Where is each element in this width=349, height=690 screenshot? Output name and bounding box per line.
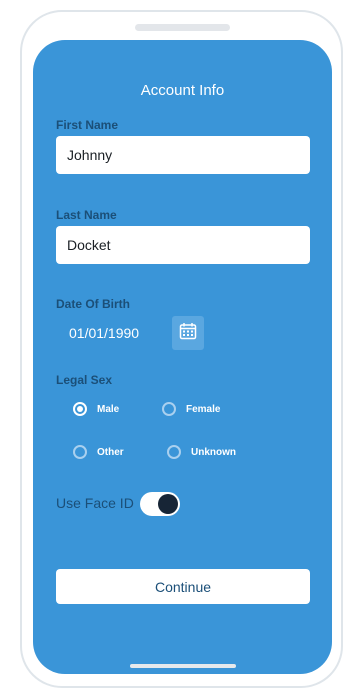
radio-unselected-icon <box>167 445 181 459</box>
radio-unknown-label: Unknown <box>191 446 236 458</box>
radio-male-label: Male <box>97 403 120 415</box>
radio-unselected-icon <box>162 402 176 416</box>
calendar-button[interactable] <box>172 316 204 350</box>
radio-female-label: Female <box>186 403 221 415</box>
date-of-birth-value[interactable]: 01/01/1990 <box>69 325 139 341</box>
radio-female[interactable]: Female <box>162 402 220 416</box>
radio-selected-icon <box>73 402 87 416</box>
radio-male[interactable]: Male <box>73 402 119 416</box>
home-indicator <box>130 664 236 668</box>
radio-unknown[interactable]: Unknown <box>167 445 236 459</box>
continue-button[interactable]: Continue <box>56 569 310 604</box>
account-info-screen: Account Info First Name Johnny Last Name… <box>33 40 332 674</box>
first-name-field[interactable]: Johnny <box>56 136 310 174</box>
legal-sex-label: Legal Sex <box>56 373 113 387</box>
last-name-label: Last Name <box>56 208 117 222</box>
toggle-knob <box>158 494 178 514</box>
radio-other-label: Other <box>97 446 124 458</box>
radio-unselected-icon <box>73 445 87 459</box>
calendar-icon <box>179 322 197 345</box>
page-title: Account Info <box>140 82 225 99</box>
phone-speaker <box>135 24 230 31</box>
first-name-label: First Name <box>56 118 119 132</box>
last-name-field[interactable]: Docket <box>56 226 310 264</box>
date-of-birth-label: Date Of Birth <box>56 297 131 311</box>
radio-other[interactable]: Other <box>73 445 124 459</box>
face-id-toggle[interactable] <box>140 492 180 516</box>
face-id-label: Use Face ID <box>56 495 134 511</box>
